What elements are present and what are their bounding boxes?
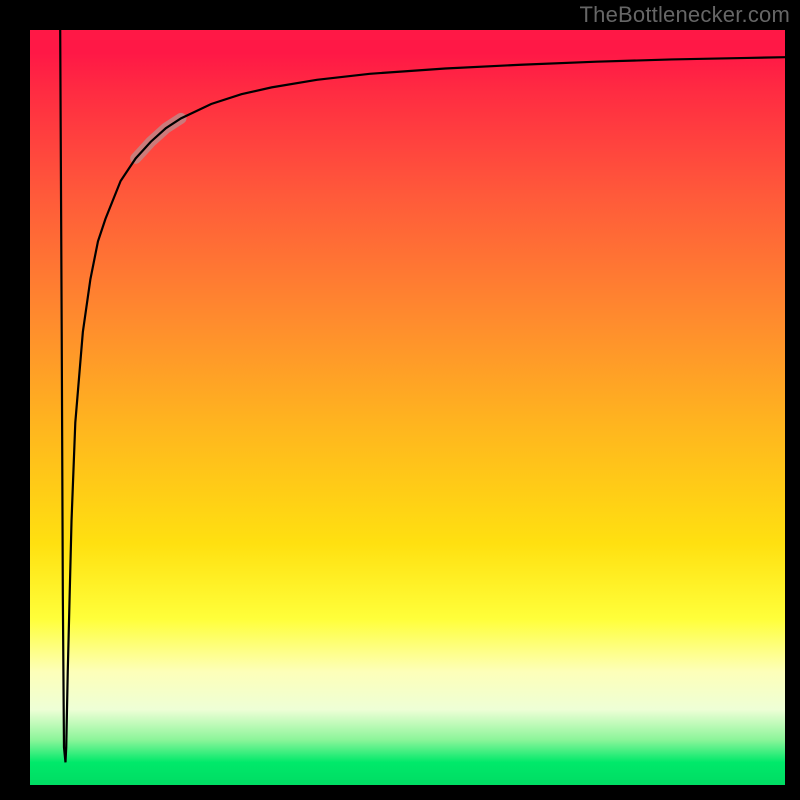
curve-layer: [30, 30, 785, 785]
chart-frame: TheBottlenecker.com: [0, 0, 800, 800]
attribution-text: TheBottlenecker.com: [580, 2, 790, 28]
plot-area: [30, 30, 785, 785]
bottleneck-curve: [60, 30, 785, 762]
